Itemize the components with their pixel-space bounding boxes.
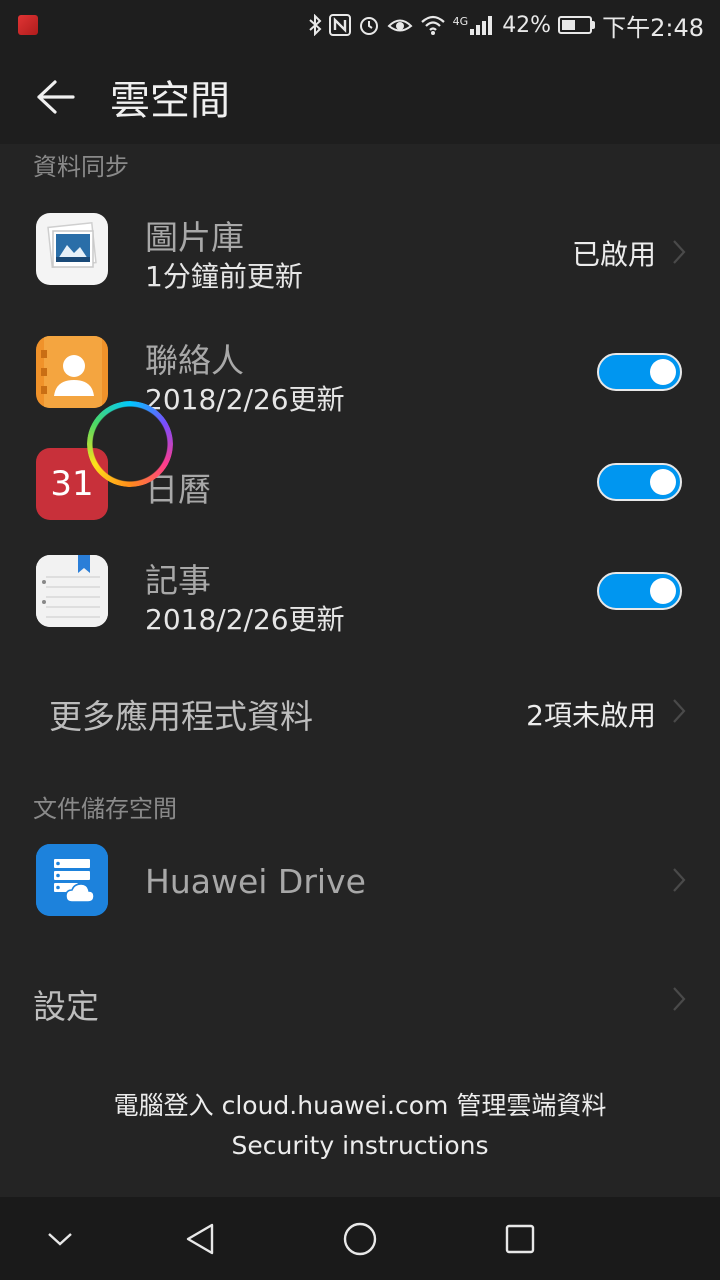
page-title: 雲空間 xyxy=(110,78,230,124)
sync-row-subtitle: 2018/2/26更新 xyxy=(145,383,345,416)
settings-row[interactable]: 設定 xyxy=(0,950,720,1050)
settings-label: 設定 xyxy=(33,987,99,1026)
square-recents-icon xyxy=(505,1224,535,1253)
sync-row-gallery[interactable]: 圖片庫 1分鐘前更新 已啟用 xyxy=(0,195,720,313)
nav-home-button[interactable] xyxy=(310,1197,410,1280)
touch-indicator xyxy=(87,401,173,487)
more-apps-label: 更多應用程式資料 xyxy=(49,697,313,736)
sync-row-subtitle: 1分鐘前更新 xyxy=(145,260,303,293)
section-header-sync: 資料同步 xyxy=(33,153,129,181)
chevron-right-icon xyxy=(673,868,686,892)
nav-recents-button[interactable] xyxy=(470,1197,570,1280)
toggle-knob xyxy=(650,578,676,604)
chevron-right-icon xyxy=(673,240,686,264)
gallery-icon xyxy=(36,213,108,285)
toggle-knob xyxy=(650,469,676,495)
nav-back-button[interactable] xyxy=(150,1197,250,1280)
alarm-icon xyxy=(358,14,380,36)
notes-toggle[interactable] xyxy=(597,572,682,610)
clock: 下午2:48 xyxy=(602,13,704,42)
nfc-icon xyxy=(328,14,351,36)
security-instructions-link[interactable]: Security instructions xyxy=(0,1131,720,1160)
section-header-storage: 文件儲存空間 xyxy=(33,795,177,823)
arrow-left-icon xyxy=(37,80,75,114)
calendar-icon-day: 31 xyxy=(50,464,94,504)
huawei-drive-label: Huawei Drive xyxy=(145,862,366,901)
status-bar: 4G 42% 下午2:48 xyxy=(0,0,720,50)
wifi-icon xyxy=(420,14,446,36)
gallery-status: 已啟用 xyxy=(571,238,656,271)
back-button[interactable] xyxy=(0,50,110,144)
huawei-drive-icon xyxy=(36,844,108,916)
bluetooth-icon xyxy=(308,14,322,36)
more-apps-status: 2項未啟用 xyxy=(526,699,656,732)
sync-row-notes[interactable]: 記事 2018/2/26更新 xyxy=(0,540,720,650)
sync-row-title: 記事 xyxy=(145,561,211,600)
calendar-toggle[interactable] xyxy=(597,463,682,501)
chevron-right-icon xyxy=(673,699,686,723)
navigation-bar xyxy=(0,1197,720,1280)
eye-comfort-icon xyxy=(387,14,413,36)
contacts-toggle[interactable] xyxy=(597,353,682,391)
sync-row-subtitle: 2018/2/26更新 xyxy=(145,603,345,636)
battery-icon xyxy=(558,16,596,34)
notes-icon xyxy=(36,555,108,627)
sync-row-title: 聯絡人 xyxy=(145,341,244,380)
app-bar: 雲空間 xyxy=(0,50,720,144)
circle-home-icon xyxy=(343,1222,377,1255)
chevron-down-icon xyxy=(48,1232,72,1246)
more-apps-row[interactable]: 更多應用程式資料 2項未啟用 xyxy=(0,660,720,760)
huawei-drive-row[interactable]: Huawei Drive xyxy=(0,830,720,935)
battery-percent: 42% xyxy=(502,12,552,38)
hide-nav-button[interactable] xyxy=(10,1197,110,1280)
sync-row-title: 圖片庫 xyxy=(145,218,244,257)
cell-signal-icon: 4G xyxy=(453,15,496,35)
cloud-login-hint: 電腦登入 cloud.huawei.com 管理雲端資料 xyxy=(113,1091,607,1120)
chevron-right-icon xyxy=(673,987,686,1011)
app-notification-icon xyxy=(18,15,38,35)
toggle-knob xyxy=(650,359,676,385)
contacts-icon xyxy=(36,336,108,408)
triangle-back-icon xyxy=(186,1223,214,1254)
